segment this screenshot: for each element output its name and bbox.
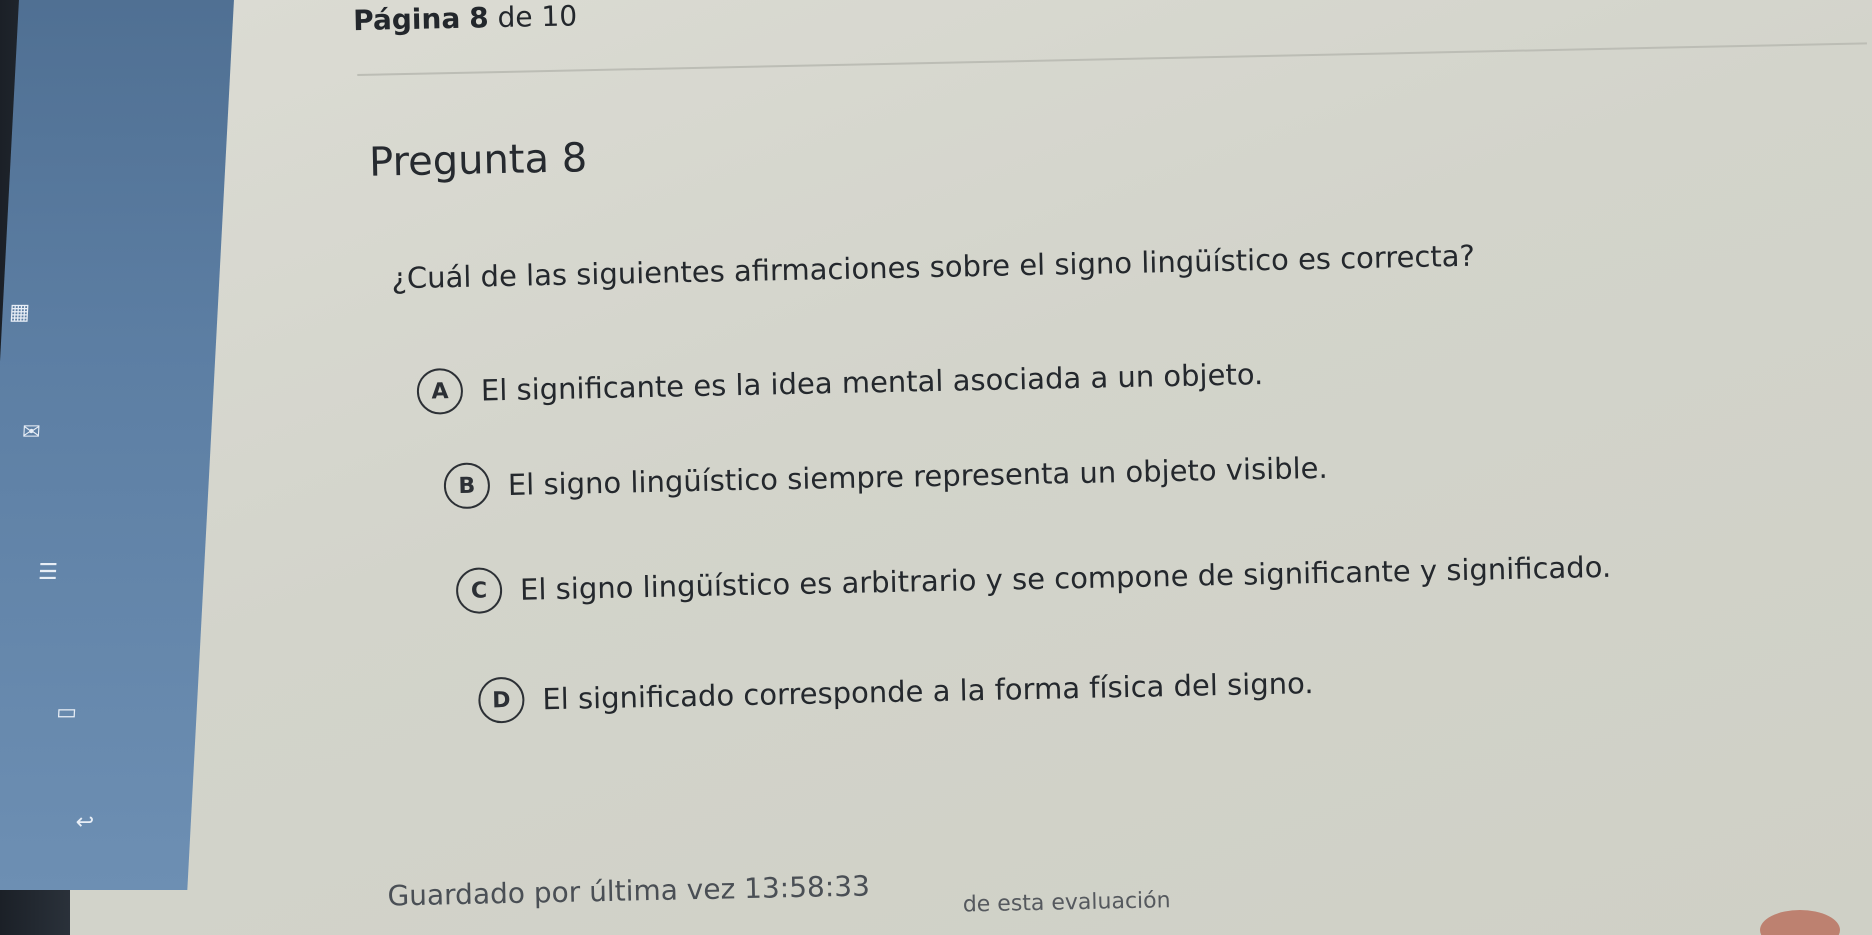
page-total: 10 bbox=[541, 0, 578, 34]
option-c-badge[interactable]: C bbox=[455, 567, 503, 615]
footer-text: de esta evaluación bbox=[962, 888, 1171, 918]
page-counter-sep: de bbox=[497, 0, 533, 35]
option-a-text[interactable]: El significante es la idea mental asocia… bbox=[481, 357, 1264, 407]
option-b[interactable]: B El signo lingüístico siempre represent… bbox=[443, 445, 1328, 510]
page-current: 8 bbox=[468, 1, 489, 35]
main-content: Página 8 de 10 Pregunta 8 ¿Cuál de las s… bbox=[0, 0, 1872, 935]
option-c-text[interactable]: El signo lingüístico es arbitrario y se … bbox=[520, 550, 1612, 607]
option-d[interactable]: D El significado corresponde a la forma … bbox=[477, 660, 1314, 724]
header-divider bbox=[357, 42, 1867, 77]
option-d-badge[interactable]: D bbox=[477, 676, 525, 724]
screen: ▦ ✉ ☰ ▭ ↩ Página 8 de 10 Pregunta 8 ¿Cuá… bbox=[0, 0, 1872, 935]
option-b-badge[interactable]: B bbox=[443, 462, 491, 510]
page-counter-prefix: Página bbox=[352, 1, 461, 38]
page-counter: Página 8 de 10 bbox=[353, 0, 578, 37]
question-title: Pregunta 8 bbox=[368, 135, 588, 186]
option-a-badge[interactable]: A bbox=[416, 367, 464, 415]
option-b-text[interactable]: El signo lingüístico siempre representa … bbox=[508, 451, 1328, 502]
option-a[interactable]: A El significante es la idea mental asoc… bbox=[416, 351, 1264, 415]
option-d-text[interactable]: El significado corresponde a la forma fí… bbox=[542, 666, 1314, 716]
decorative-spot bbox=[1760, 910, 1840, 935]
option-c[interactable]: C El signo lingüístico es arbitrario y s… bbox=[455, 544, 1612, 615]
question-text: ¿Cuál de las siguientes afirmaciones sob… bbox=[391, 238, 1476, 296]
last-saved-status: Guardado por última vez 13:58:33 bbox=[387, 869, 871, 913]
